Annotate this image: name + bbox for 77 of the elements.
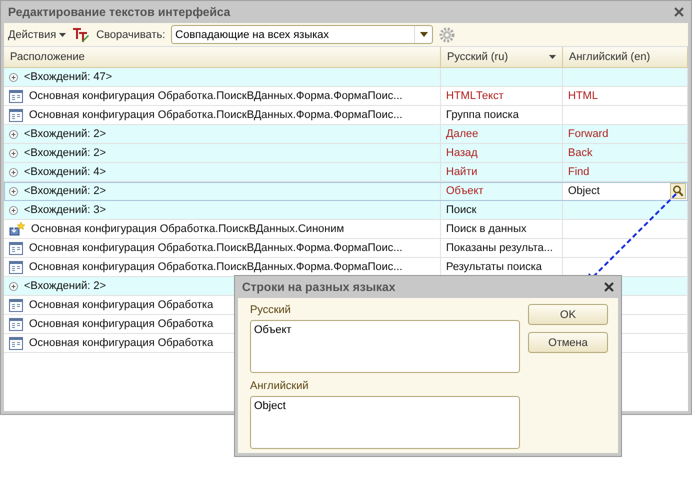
form-icon	[9, 298, 23, 312]
russian-text: Найти	[446, 166, 478, 178]
column-header[interactable]: Русский (ru)	[441, 47, 563, 67]
field-label: Английский	[250, 380, 310, 393]
russian-text: Группа поиска	[446, 109, 519, 121]
table-row[interactable]: Основная конфигурация Обработка.ПоискВДанных.Форма.ФормаПоис... Группа поиска	[4, 106, 688, 125]
expand-icon[interactable]	[9, 206, 18, 214]
english-text: Back	[568, 147, 592, 159]
russian-text: Далее	[446, 128, 478, 140]
form-icon	[9, 318, 23, 330]
expand-icon[interactable]	[9, 148, 18, 158]
table-row[interactable]: Основная конфигурация Обработка.ПоискВДанных.Форма.ФормаПоис... Показаны результа...	[4, 239, 688, 258]
expand-icon[interactable]	[9, 186, 18, 196]
location-text: <Вхождений: 2>	[24, 128, 106, 140]
ok-button[interactable]: OK	[528, 304, 608, 325]
table-row[interactable]: <Вхождений: 3> Поиск	[4, 201, 688, 220]
location-text: <Вхождений: 2>	[24, 185, 106, 197]
form-icon	[9, 336, 23, 350]
text-edit-icon[interactable]	[72, 26, 90, 42]
expand-icon[interactable]	[9, 72, 18, 82]
collapse-dropdown[interactable]: Совпадающие на всех языках	[171, 25, 434, 44]
russian-text: Поиск в данных	[446, 223, 527, 235]
column-header[interactable]: Английский (en)	[563, 47, 688, 67]
close-icon[interactable]	[674, 7, 684, 17]
russian-text: Назад	[446, 147, 478, 159]
location-text: Основная конфигурация Обработка.ПоискВДанных.Форма.ФормаПоис...	[29, 261, 402, 273]
sort-icon	[549, 55, 556, 59]
table-row[interactable]: <Вхождений: 2> Далее Forward	[4, 125, 688, 144]
english-text: Object	[568, 185, 600, 197]
table-row[interactable]: Основная конфигурация Обработка.ПоискВДанных.Синоним Поиск в данных	[4, 220, 688, 239]
location-text: Основная конфигурация Обработка.ПоискВДанных.Форма.ФормаПоис...	[29, 242, 402, 254]
form-icon	[9, 242, 23, 254]
table-row[interactable]: <Вхождений: 4> Найти Find	[4, 163, 688, 182]
russian-text: HTMLТекст	[446, 90, 504, 102]
table-row[interactable]: <Вхождений: 2> Назад Back	[4, 144, 688, 163]
field-label: Русский	[250, 304, 292, 317]
location-text: Основная конфигурация Обработка.ПоискВДанных.Форма.ФормаПоис...	[29, 90, 402, 102]
location-text: Основная конфигурация Обработка	[29, 318, 214, 330]
location-text: <Вхождений: 47>	[24, 71, 112, 83]
english-text: Forward	[568, 128, 608, 140]
location-text: <Вхождений: 4>	[24, 166, 106, 178]
actions-menu[interactable]: Действия	[8, 28, 66, 40]
text-area[interactable]: Object	[250, 396, 520, 449]
location-text: Основная конфигурация Обработка.ПоискВДанных.Форма.ФормаПоис...	[29, 109, 402, 121]
column-header[interactable]: Расположение	[4, 47, 441, 67]
russian-text: Поиск	[446, 204, 476, 216]
english-text: Find	[568, 166, 590, 178]
attribute-icon	[9, 222, 25, 236]
location-text: Основная конфигурация Обработка	[29, 299, 214, 311]
form-icon	[9, 90, 23, 102]
search-icon[interactable]	[670, 183, 686, 199]
location-text: <Вхождений: 2>	[24, 147, 106, 159]
cancel-button[interactable]: Отмена	[528, 332, 608, 353]
table-row[interactable]: Основная конфигурация Обработка.ПоискВДанных.Форма.ФормаПоис... HTMLТекст HTML	[4, 87, 688, 106]
text-area[interactable]: Объект	[250, 320, 520, 373]
location-text: <Вхождений: 3>	[24, 204, 106, 216]
location-text: Основная конфигурация Обработка	[29, 337, 214, 349]
form-icon	[9, 260, 23, 274]
table-row[interactable]: <Вхождений: 2> Объект Object	[4, 182, 688, 201]
russian-text: Показаны результа...	[446, 242, 553, 254]
russian-text: Объект	[446, 185, 484, 197]
table-row[interactable]: Основная конфигурация Обработка.ПоискВДанных.Форма.ФормаПоис... Результаты поиска	[4, 258, 688, 277]
form-icon	[9, 108, 23, 122]
window-title: Редактирование текстов интерфейса	[8, 5, 230, 19]
dialog-title: Строки на разных языках	[242, 280, 396, 294]
expand-icon[interactable]	[9, 168, 18, 176]
location-text: Основная конфигурация Обработка.ПоискВДанных.Синоним	[31, 223, 344, 235]
expand-icon[interactable]	[9, 130, 18, 138]
russian-text: Результаты поиска	[446, 261, 542, 273]
collapse-label: Сворачивать:	[96, 28, 166, 40]
english-text: HTML	[568, 90, 598, 102]
close-icon[interactable]	[604, 282, 614, 292]
caret-icon	[59, 32, 66, 36]
expand-icon[interactable]	[9, 282, 18, 290]
location-text: <Вхождений: 2>	[24, 280, 106, 292]
table-row[interactable]: <Вхождений: 47>	[4, 68, 688, 87]
caret-icon	[420, 32, 428, 37]
